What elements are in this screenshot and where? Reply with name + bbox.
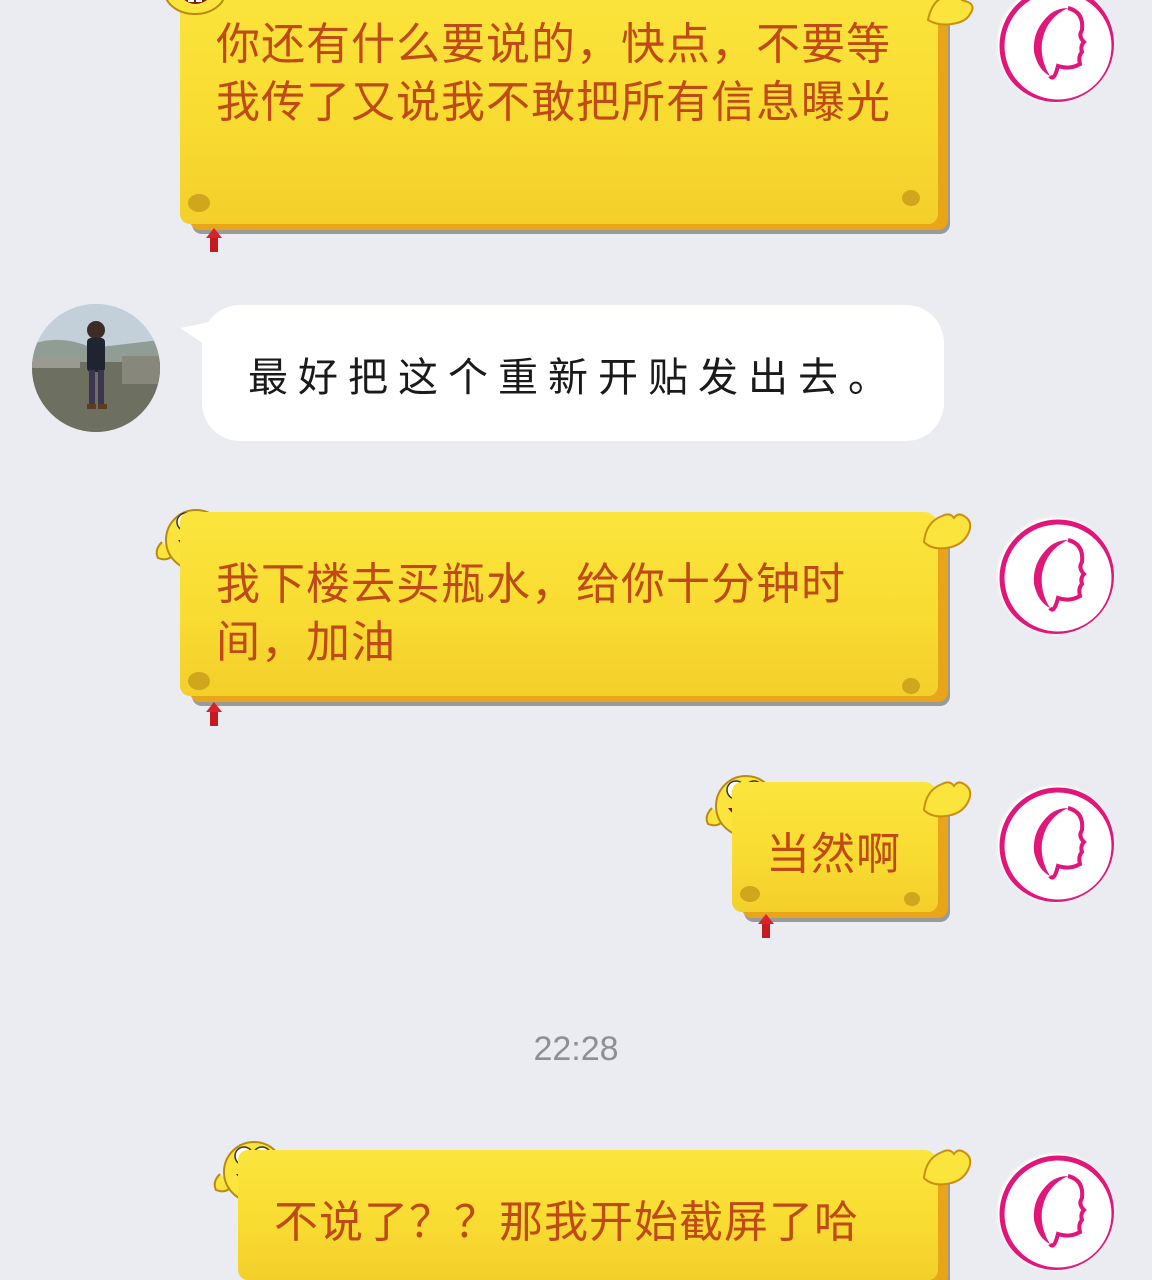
- message-bubble-self[interactable]: 你还有什么要说的，快点，不要等我传了又说我不敢把所有信息曝光: [180, 0, 938, 224]
- timestamp: 22:28: [533, 1030, 619, 1068]
- message-text: 我下楼去买瓶水，给你十分钟时间，加油: [216, 559, 846, 668]
- message-bubble-self[interactable]: 不说了？？那我开始截屏了哈: [238, 1150, 938, 1280]
- avatar[interactable]: [996, 784, 1116, 904]
- man-standing-photo-avatar: [32, 304, 160, 432]
- avatar[interactable]: [996, 0, 1116, 104]
- message-bubble-self[interactable]: 我下楼去买瓶水，给你十分钟时间，加油: [180, 512, 938, 696]
- tassel-icon: [206, 702, 222, 726]
- tassel-icon: [758, 914, 774, 938]
- thumbs-up-icon: [922, 781, 972, 818]
- message-text: 不说了？？那我开始截屏了哈: [274, 1197, 859, 1248]
- thumbs-up-icon: [922, 1149, 972, 1186]
- avatar[interactable]: [996, 516, 1116, 636]
- avatar[interactable]: [996, 1152, 1116, 1272]
- pink-woman-profile-logo-icon: [999, 0, 1114, 102]
- thumbs-up-icon: [922, 513, 972, 550]
- message-bubble-other[interactable]: 最好把这个重新开贴发出去。: [202, 305, 944, 441]
- pink-woman-profile-logo-icon: [999, 787, 1114, 902]
- avatar[interactable]: [32, 304, 160, 432]
- message-text: 你还有什么要说的，快点，不要等我传了又说我不敢把所有信息曝光: [216, 19, 891, 128]
- message-text: 最好把这个重新开贴发出去。: [248, 355, 898, 401]
- message-text: 当然啊: [766, 829, 901, 880]
- message-bubble-self[interactable]: 当然啊: [732, 782, 938, 912]
- spongebob-icon: [165, 0, 225, 15]
- thumbs-up-icon: [926, 0, 974, 26]
- tassel-icon: [206, 228, 222, 252]
- pink-woman-profile-logo-icon: [999, 519, 1114, 634]
- pink-woman-profile-logo-icon: [999, 1155, 1114, 1270]
